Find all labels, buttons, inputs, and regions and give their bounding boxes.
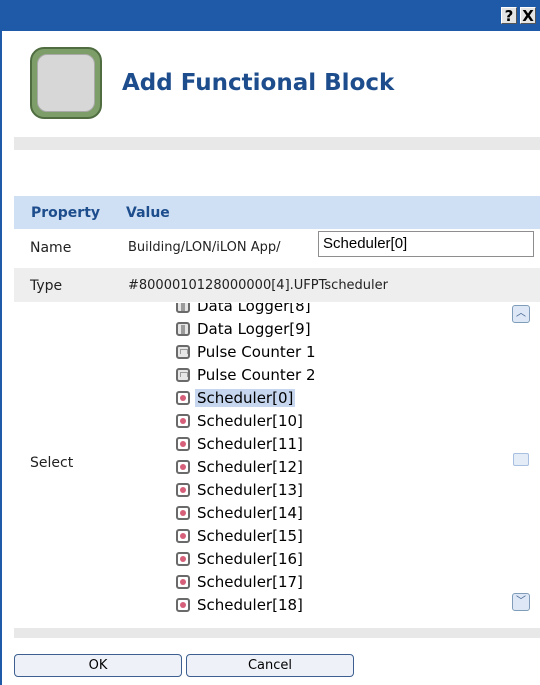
list-item[interactable]: Scheduler[10] (176, 409, 305, 431)
list-item-label: Scheduler[12] (197, 457, 303, 476)
list-item-label: Scheduler[10] (197, 411, 303, 430)
name-path-prefix: Building/LON/iLON App/ (128, 240, 281, 255)
scheduler-icon (176, 390, 190, 405)
chevron-up-icon[interactable]: ︿ (512, 305, 530, 323)
list-item-label: Scheduler[11] (197, 434, 303, 453)
list-item[interactable]: Scheduler[11] (176, 432, 305, 454)
list-item-label: Data Logger[8] (197, 303, 311, 315)
type-value: #8000010128000000[4].UFPTscheduler (128, 278, 388, 293)
type-label: Type (30, 278, 63, 294)
list-item[interactable]: Scheduler[12] (176, 455, 305, 477)
list-item[interactable]: Scheduler[15] (176, 524, 305, 546)
list-item[interactable]: Scheduler[14] (176, 501, 305, 523)
list-item[interactable]: Data Logger[9] (176, 317, 313, 339)
pulse-counter-icon (176, 344, 190, 359)
scheduler-icon (176, 436, 190, 451)
list-item-label: Scheduler[14] (197, 503, 303, 522)
scrollbar-thumb[interactable] (513, 453, 529, 466)
scheduler-icon (176, 551, 190, 566)
list-item-label: Pulse Counter 1 (197, 342, 316, 361)
list-item-selected[interactable]: Scheduler[0] (176, 386, 296, 408)
chevron-down-icon[interactable]: ﹀ (512, 593, 530, 611)
scheduler-icon (176, 413, 190, 428)
scheduler-icon (176, 482, 190, 497)
name-input[interactable]: Scheduler[0] (318, 231, 534, 257)
pulse-counter-icon (176, 367, 190, 382)
footer-separator (14, 628, 540, 638)
list-item-label: Scheduler[18] (197, 595, 303, 614)
list-scrollbar[interactable]: ︿ ﹀ (512, 303, 530, 614)
list-item-label: Scheduler[0] (195, 388, 296, 407)
list-item[interactable]: Scheduler[17] (176, 570, 305, 592)
scheduler-icon (176, 574, 190, 589)
scheduler-icon (176, 505, 190, 520)
list-item[interactable]: Scheduler[16] (176, 547, 305, 569)
list-item[interactable]: Scheduler[13] (176, 478, 305, 500)
list-item-label: Scheduler[15] (197, 526, 303, 545)
list-item[interactable]: Data Logger[8] (176, 303, 313, 316)
close-button[interactable]: X (520, 7, 536, 25)
data-logger-icon (176, 321, 190, 336)
list-item-label: Data Logger[9] (197, 319, 311, 338)
window-titlebar: ? X (0, 0, 540, 31)
list-item-label: Pulse Counter 2 (197, 365, 316, 384)
type-row: Type #8000010128000000[4].UFPTscheduler (14, 268, 540, 302)
scheduler-icon (176, 459, 190, 474)
property-column-header: Property (31, 205, 101, 221)
value-column-header: Value (126, 205, 170, 221)
data-logger-icon (176, 303, 190, 313)
header-separator (14, 137, 540, 150)
scheduler-icon (176, 528, 190, 543)
ok-button[interactable]: OK (14, 654, 182, 677)
list-item[interactable]: Pulse Counter 2 (176, 363, 318, 385)
help-button[interactable]: ? (501, 7, 517, 25)
select-label: Select (30, 455, 74, 471)
page-title: Add Functional Block (122, 70, 395, 96)
functional-block-icon-face (37, 54, 95, 112)
functional-block-list[interactable]: Data Logger[8] Data Logger[9] Pulse Coun… (170, 303, 512, 614)
list-item-label: Scheduler[16] (197, 549, 303, 568)
functional-block-icon (30, 47, 102, 119)
name-label: Name (30, 240, 72, 256)
list-item-label: Scheduler[17] (197, 572, 303, 591)
cancel-button[interactable]: Cancel (186, 654, 354, 677)
table-header: Property Value (14, 196, 540, 229)
list-item[interactable]: Scheduler[18] (176, 593, 305, 614)
list-item-label: Scheduler[13] (197, 480, 303, 499)
list-item[interactable]: Pulse Counter 1 (176, 340, 318, 362)
scheduler-icon (176, 597, 190, 612)
